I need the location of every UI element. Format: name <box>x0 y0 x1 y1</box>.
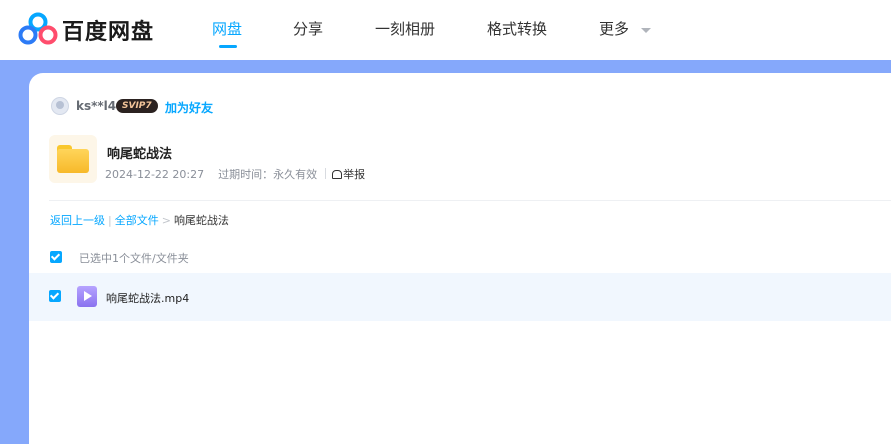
share-card: ks**l4 SVIP7 加为好友 响尾蛇战法 2024-12-22 20:27… <box>29 73 891 444</box>
nav-active-indicator <box>219 45 237 48</box>
breadcrumb-current: 响尾蛇战法 <box>173 214 229 227</box>
top-header: 百度网盘 网盘 分享 一刻相册 格式转换 更多 <box>0 0 891 60</box>
share-title: 响尾蛇战法 <box>107 147 173 162</box>
nav-item-photo-album[interactable]: 一刻相册 <box>375 18 435 39</box>
breadcrumb-separator: | <box>108 214 112 227</box>
breadcrumb-all-files-link[interactable]: 全部文件 <box>115 214 159 227</box>
sharer-username[interactable]: ks**l4 <box>76 99 116 113</box>
meta-divider <box>325 168 327 179</box>
section-divider <box>49 200 891 201</box>
baidu-netdisk-logo-icon[interactable] <box>18 12 58 46</box>
share-meta: 2024-12-22 20:27 过期时间：永久有效 举报 <box>105 166 365 182</box>
report-label: 举报 <box>343 168 366 181</box>
logo-text[interactable]: 百度网盘 <box>62 14 154 46</box>
avatar[interactable] <box>51 97 69 115</box>
file-checkbox[interactable] <box>49 290 61 302</box>
nav-item-format-convert[interactable]: 格式转换 <box>487 18 547 39</box>
expiry-value: 永久有效 <box>273 168 318 181</box>
nav-item-share[interactable]: 分享 <box>293 18 323 39</box>
folder-icon <box>49 135 97 183</box>
nav-item-netdisk[interactable]: 网盘 <box>212 18 242 39</box>
video-file-icon <box>77 286 97 307</box>
add-friend-button[interactable]: 加为好友 <box>165 99 213 116</box>
chevron-down-icon[interactable] <box>641 28 651 33</box>
expiry-label: 过期时间： <box>218 168 274 181</box>
selection-status: 已选中1个文件/文件夹 <box>79 252 189 265</box>
report-icon <box>332 170 343 179</box>
breadcrumb: 返回上一级 | 全部文件 > 响尾蛇战法 <box>50 212 229 228</box>
file-name[interactable]: 响尾蛇战法.mp4 <box>106 290 189 306</box>
breadcrumb-back-link[interactable]: 返回上一级 <box>50 214 105 227</box>
svip-badge: SVIP7 <box>116 99 158 113</box>
select-all-checkbox[interactable] <box>50 251 62 263</box>
share-date: 2024-12-22 20:27 <box>105 168 205 181</box>
report-button[interactable]: 举报 <box>332 168 365 181</box>
nav-item-more[interactable]: 更多 <box>599 18 629 39</box>
table-row[interactable]: 响尾蛇战法.mp4 <box>29 273 891 321</box>
breadcrumb-arrow: > <box>161 214 171 227</box>
